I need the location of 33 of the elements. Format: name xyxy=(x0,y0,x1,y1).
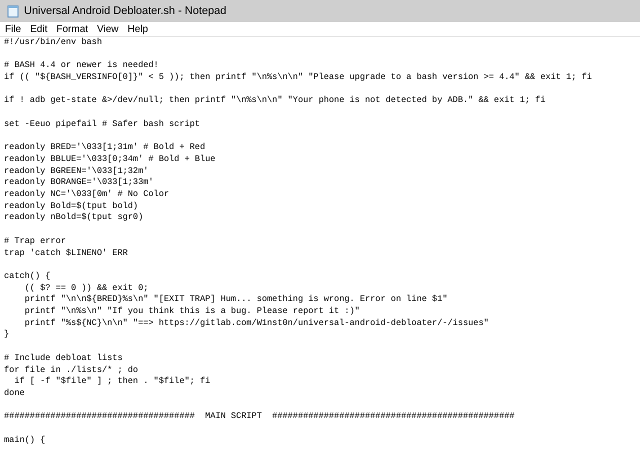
code-line: } xyxy=(4,329,10,342)
code-line: readonly NC='\033[0m' # No Color xyxy=(4,189,170,201)
code-line: trap 'catch $LINENO' ERR xyxy=(4,248,128,260)
code-line: ##################################### MAIN SCRIPT ############################################### xyxy=(4,411,515,424)
menu-item[interactable]: Help xyxy=(128,24,148,34)
code-line: readonly BORANGE='\033[1;33m' xyxy=(4,177,154,190)
menu-item[interactable]: View xyxy=(97,24,119,34)
code-line: printf "\n%s\n" "If you think this is a bug. Please report it :)" xyxy=(24,306,360,318)
code-line: done xyxy=(4,388,25,400)
code-line: printf "%s${NC}\n\n" "==> https://gitlab.com/W1nst0n/universal-android-debloater/-/issues" xyxy=(24,318,489,330)
code-line: readonly Bold=$(tput bold) xyxy=(4,200,138,212)
code-line: if ! adb get-state &>/dev/null; then printf "\n%s\n\n" "Your phone is not detected by ADB." && exit 1; fi xyxy=(4,95,546,108)
code-line: readonly BBLUE='\033[0;34m' # Bold + Blue xyxy=(4,154,216,166)
window-title: Universal Android Debloater.sh - Notepad xyxy=(24,4,226,19)
menu-item[interactable]: Format xyxy=(56,24,88,34)
code-line: printf "\n\n${BRED}%s\n" "[EXIT TRAP] Hum... something is wrong. Error on line $1" xyxy=(24,294,448,306)
notepad-icon xyxy=(7,4,19,18)
code-line: # BASH 4.4 or newer is needed! xyxy=(4,60,159,72)
code-line: if (( "${BASH_VERSINFO[0]}" < 5 )); then printf "\n%s\n\n" "Please upgrade to a bash version >= 4.4" && exit 1; fi xyxy=(4,72,592,84)
code-line: main() { xyxy=(4,434,46,446)
code-line: readonly nBold=$(tput sgr0) xyxy=(4,212,144,224)
code-line: readonly BRED='\033[1;31m' # Bold + Red xyxy=(4,142,206,154)
code-line: if [ -f "$file" ] ; then . "$file"; fi xyxy=(13,376,210,388)
code-line: catch() { xyxy=(4,270,50,283)
code-line: (( $? == 0 )) && exit 0; xyxy=(24,282,148,294)
menu-item[interactable]: File xyxy=(5,24,22,34)
code-line: set -Eeuo pipefail # Safer bash script xyxy=(4,118,200,131)
code-line: readonly BGREEN='\033[1;32m' xyxy=(4,166,148,178)
code-line: for file in ./lists/* ; do xyxy=(4,364,138,376)
code-line: # Include debloat lists xyxy=(4,352,123,365)
menu-item[interactable]: Edit xyxy=(30,24,48,34)
code-line: #!/usr/bin/env bash xyxy=(4,37,102,49)
code-line: # Trap error xyxy=(4,236,66,248)
